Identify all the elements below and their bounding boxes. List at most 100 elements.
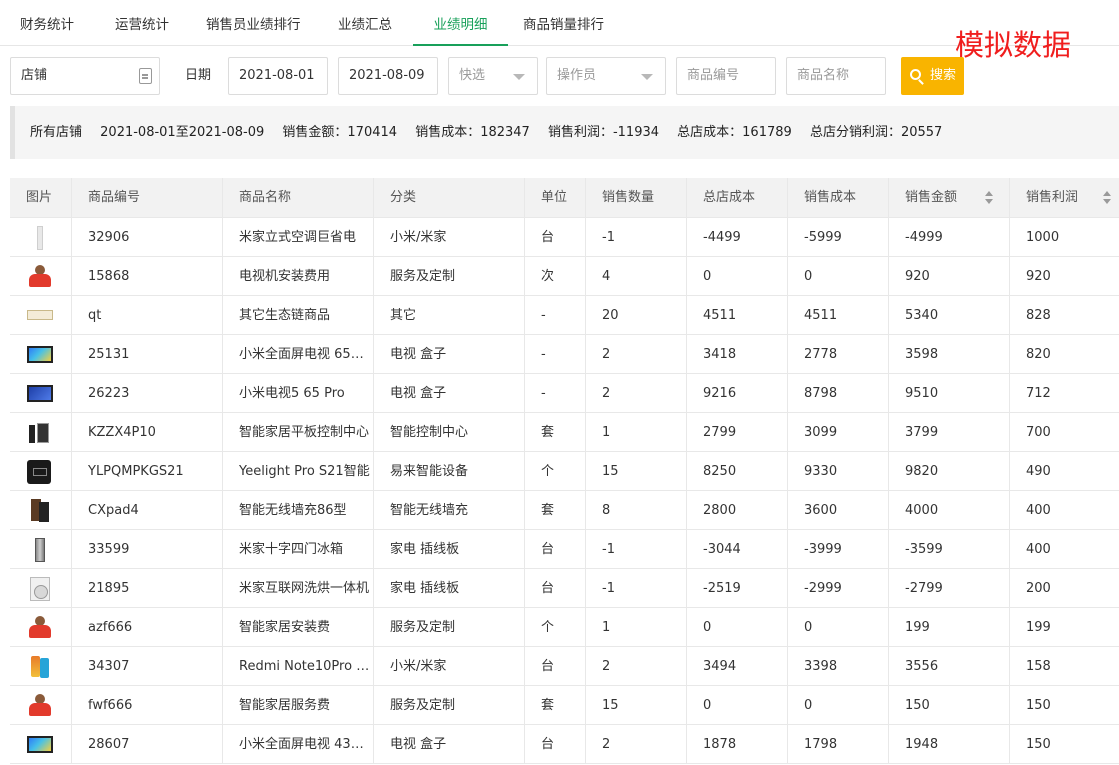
cell-sales-cost: 3398 xyxy=(787,647,888,685)
cell-product-name: 米家十字四门冰箱 xyxy=(222,530,373,568)
cell-product-code: qt xyxy=(71,296,222,334)
air-conditioner-thumbnail xyxy=(37,226,43,250)
col-header-sales-amount[interactable]: 销售金额 xyxy=(888,178,1009,217)
smart-panel-thumbnail xyxy=(27,460,51,484)
table-row[interactable]: 28607 小米全面屏电视 43英寸 电视 盒子台 2 1878 1798 1948 150 xyxy=(10,725,1119,764)
tab-finance-stats[interactable]: 财务统计 xyxy=(20,0,74,46)
table-row[interactable]: 26223 小米电视5 65 Pro 电视 盒子 -2 9216 8798 9510 712 xyxy=(10,374,1119,413)
col-header-sales-profit-label: 销售利润 xyxy=(1026,190,1079,205)
table-row[interactable]: 15868 电视机安装费用 服务及定制次 4 0 0 920 920 xyxy=(10,257,1119,296)
product-code-input[interactable]: 商品编号 xyxy=(676,57,776,95)
cell-product-name: 电视机安装费用 xyxy=(222,257,373,295)
table-row[interactable]: CXpad4 智能无线墙充86型 智能无线墙充套 8 2800 3600 4000 400 xyxy=(10,491,1119,530)
cell-product-code: 32906 xyxy=(71,218,222,256)
table-row[interactable]: KZZX4P10 智能家居平板控制中心 智能控制中心套 1 2799 3099 3799 70… xyxy=(10,413,1119,452)
cell-sales-profit: 700 xyxy=(1009,413,1119,451)
cell-unit: 台 xyxy=(524,725,585,763)
operator-placeholder: 操作员 xyxy=(557,68,597,83)
cell-sales-cost: 0 xyxy=(787,257,888,295)
cell-quantity: -1 xyxy=(585,530,686,568)
cell-sales-cost: 0 xyxy=(787,608,888,646)
summary-sales-profit: 销售利润：-11934 xyxy=(547,125,660,140)
cell-unit: - xyxy=(524,296,585,334)
tab-performance-summary[interactable]: 业绩汇总 xyxy=(338,0,392,46)
cell-category: 小米/米家 xyxy=(373,218,524,256)
tab-salesperson-ranking[interactable]: 销售员业绩排行 xyxy=(206,0,301,46)
phone-thumbnail xyxy=(27,655,53,679)
cell-product-code: 21895 xyxy=(71,569,222,607)
table-row[interactable]: azf666 智能家居安装费 服务及定制个 1 0 0 199 199 xyxy=(10,608,1119,647)
brand-logo-thumbnail xyxy=(27,310,53,320)
cell-product-code: fwf666 xyxy=(71,686,222,724)
cell-hq-cost: 2799 xyxy=(686,413,787,451)
cell-sales-profit: 828 xyxy=(1009,296,1119,334)
date-end-input[interactable]: 2021-08-09 xyxy=(338,57,438,95)
col-header-sales-cost: 销售成本 xyxy=(787,178,888,217)
summary-hq-cost: 总店成本：161789 xyxy=(677,125,792,140)
table-row[interactable]: qt 其它生态链商品 其它 -20 4511 4511 5340 828 xyxy=(10,296,1119,335)
cell-sales-amount: 3556 xyxy=(888,647,1009,685)
cell-category: 电视 盒子 xyxy=(373,374,524,412)
cell-sales-amount: 3598 xyxy=(888,335,1009,373)
search-button-label: 搜索 xyxy=(930,68,957,83)
table-row[interactable]: 25131 小米全面屏电视 65英寸 电视 盒子 -2 3418 2778 3598 820 xyxy=(10,335,1119,374)
summary-date-range: 2021-08-01至2021-08-09 xyxy=(100,125,265,140)
quick-select-dropdown[interactable]: 快选 xyxy=(448,57,538,95)
cell-product-name: 小米全面屏电视 43英寸 xyxy=(222,725,373,763)
cell-sales-cost: 3600 xyxy=(787,491,888,529)
cell-unit: 台 xyxy=(524,530,585,568)
cell-category: 家电 插线板 xyxy=(373,569,524,607)
summary-text: 所有店铺 2021-08-01至2021-08-09 销售金额：170414 销… xyxy=(30,106,956,159)
cell-hq-cost: -2519 xyxy=(686,569,787,607)
operator-dropdown[interactable]: 操作员 xyxy=(546,57,666,95)
product-code-placeholder: 商品编号 xyxy=(687,68,740,83)
cell-sales-amount: -2799 xyxy=(888,569,1009,607)
tab-operation-stats[interactable]: 运营统计 xyxy=(115,0,169,46)
cell-category: 智能控制中心 xyxy=(373,413,524,451)
col-header-category: 分类 xyxy=(373,178,524,217)
cell-hq-cost: 0 xyxy=(686,608,787,646)
table-row[interactable]: YLPQMPKGS21 Yeelight Pro S21智能 易来智能设备个 15 82… xyxy=(10,452,1119,491)
cell-quantity: 2 xyxy=(585,725,686,763)
cell-product-name: 米家立式空调巨省电 xyxy=(222,218,373,256)
table-header-row: 图片 商品编号 商品名称 分类 单位 销售数量 总店成本 销售成本 销售金额 销… xyxy=(10,178,1119,218)
cell-sales-amount: -4999 xyxy=(888,218,1009,256)
col-header-sales-profit[interactable]: 销售利润 xyxy=(1009,178,1119,217)
cell-product-code: 34307 xyxy=(71,647,222,685)
cell-product-name: 小米电视5 65 Pro xyxy=(222,374,373,412)
cell-unit: 台 xyxy=(524,647,585,685)
cell-image xyxy=(10,374,71,412)
cell-sales-cost: 3099 xyxy=(787,413,888,451)
cell-unit: - xyxy=(524,335,585,373)
search-button[interactable]: 搜索 xyxy=(901,57,964,95)
cell-sales-amount: 5340 xyxy=(888,296,1009,334)
table-row[interactable]: 33599 米家十字四门冰箱 家电 插线板台 -1 -3044 -3999 -3599 400 xyxy=(10,530,1119,569)
cell-image xyxy=(10,569,71,607)
date-start-input[interactable]: 2021-08-01 xyxy=(228,57,328,95)
summary-sales-cost: 销售成本：182347 xyxy=(415,125,530,140)
cell-unit: 套 xyxy=(524,686,585,724)
cell-category: 智能无线墙充 xyxy=(373,491,524,529)
product-name-input[interactable]: 商品名称 xyxy=(786,57,886,95)
cell-sales-profit: 200 xyxy=(1009,569,1119,607)
cell-image xyxy=(10,452,71,490)
store-select[interactable]: 店铺 xyxy=(10,57,160,95)
cell-quantity: 2 xyxy=(585,647,686,685)
tab-performance-detail[interactable]: 业绩明细 xyxy=(413,0,508,46)
cell-image xyxy=(10,491,71,529)
cell-hq-cost: 3418 xyxy=(686,335,787,373)
tab-product-sales-ranking[interactable]: 商品销量排行 xyxy=(523,0,604,46)
cell-product-code: 15868 xyxy=(71,257,222,295)
table-row[interactable]: 21895 米家互联网洗烘一体机 家电 插线板台 -1 -2519 -2999 -2799 2… xyxy=(10,569,1119,608)
cell-quantity: 8 xyxy=(585,491,686,529)
cell-hq-cost: 3494 xyxy=(686,647,787,685)
cell-sales-amount: 150 xyxy=(888,686,1009,724)
installer-person-thumbnail xyxy=(27,265,53,289)
cell-sales-cost: 2778 xyxy=(787,335,888,373)
date-label: 日期 xyxy=(185,68,212,83)
table-row[interactable]: fwf666 智能家居服务费 服务及定制套 15 0 0 150 150 xyxy=(10,686,1119,725)
date-end-value: 2021-08-09 xyxy=(349,68,425,83)
table-row[interactable]: 34307 Redmi Note10Pro 5G 小米/米家台 2 3494 3398 35… xyxy=(10,647,1119,686)
table-row[interactable]: 32906 米家立式空调巨省电 小米/米家台 -1 -4499 -5999 -4999 100… xyxy=(10,218,1119,257)
cell-category: 其它 xyxy=(373,296,524,334)
